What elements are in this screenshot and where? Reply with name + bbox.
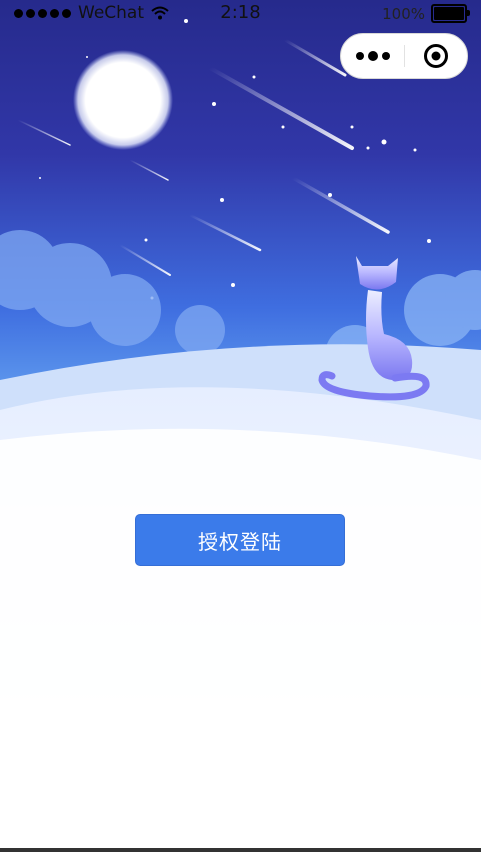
authorize-login-button[interactable]: 授权登陆 [135, 514, 345, 566]
status-bar: WeChat 2:18 100% [0, 0, 481, 30]
battery-nub [467, 10, 470, 16]
close-miniprogram-button[interactable] [405, 34, 467, 78]
app-screen: WeChat 2:18 100% 授权登陆 [0, 0, 481, 852]
more-button[interactable] [341, 34, 404, 78]
more-dots-icon [367, 51, 378, 61]
battery-status: 100% [382, 4, 470, 23]
battery-percent: 100% [382, 4, 425, 23]
miniprogram-capsule [340, 33, 468, 79]
target-circle-icon [424, 44, 448, 68]
night-sky-illustration [0, 0, 481, 852]
more-dots-icon [355, 52, 364, 60]
more-dots-icon [381, 52, 390, 60]
battery-icon [431, 4, 470, 23]
bottom-edge [0, 848, 481, 852]
battery-fill [434, 7, 464, 20]
